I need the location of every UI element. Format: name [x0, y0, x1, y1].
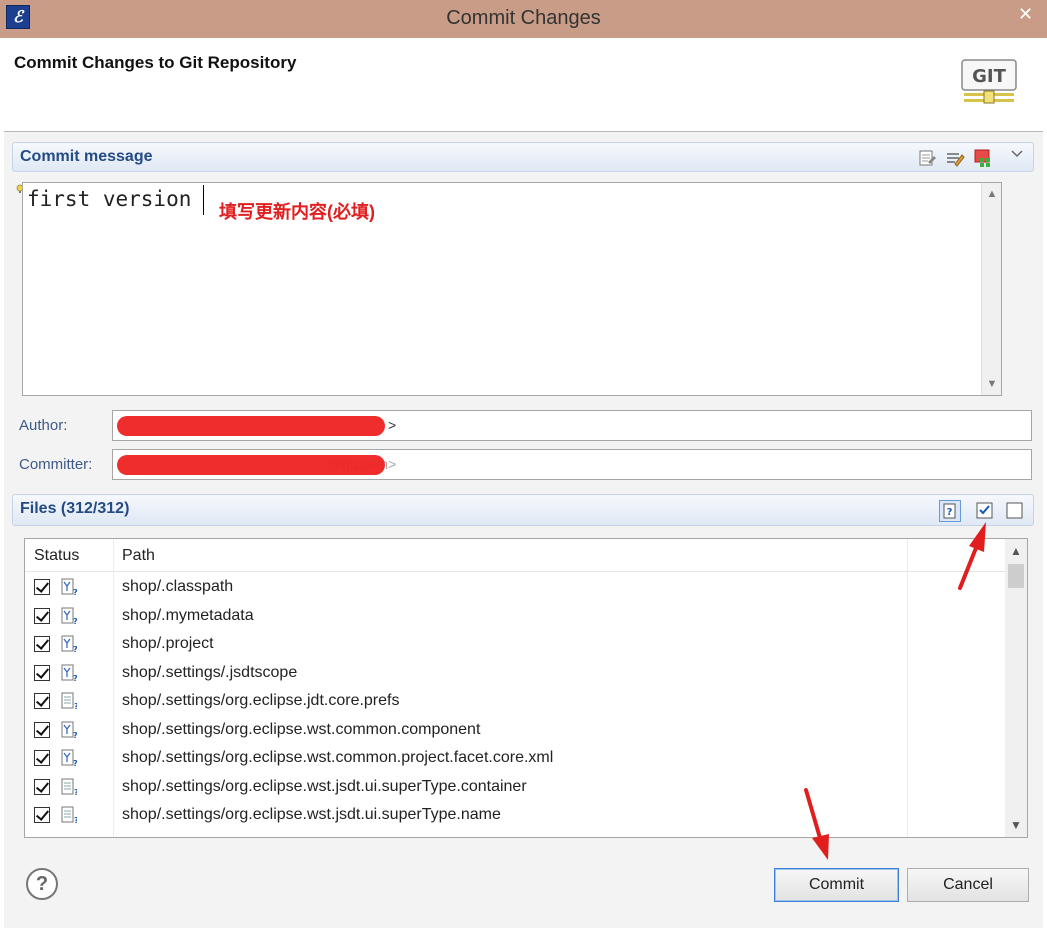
untracked-file-icon: ? [61, 635, 77, 653]
svg-text:?: ? [73, 645, 77, 653]
committer-label: Committer: [19, 456, 93, 473]
table-row[interactable]: ? shop/.settings/org.eclipse.wst.common.p… [25, 744, 1005, 773]
row-checkbox[interactable] [34, 607, 50, 624]
show-untracked-files-icon[interactable]: ? [939, 500, 961, 522]
table-row[interactable]: ? shop/.settings/org.eclipse.wst.jsdt.ui.… [25, 773, 1005, 802]
title-bar: ℰ Commit Changes ✕ [0, 0, 1047, 38]
row-checkbox[interactable] [34, 579, 50, 595]
git-logo-icon: GIT [961, 59, 1017, 104]
untracked-file-icon: ? [61, 721, 77, 739]
row-checkbox[interactable] [34, 664, 50, 681]
add-change-id-icon[interactable] [973, 148, 993, 168]
table-row[interactable]: ? shop/.settings/org.eclipse.jdt.core.pre… [25, 687, 1005, 716]
table-row[interactable]: ? shop/.mymetadata [25, 602, 1005, 631]
svg-text:?: ? [947, 507, 953, 518]
message-scrollbar[interactable]: ▲ ▼ [981, 183, 1001, 395]
file-path: shop/.settings/.jsdtscope [122, 663, 298, 681]
close-button[interactable]: ✕ [1004, 0, 1047, 30]
cancel-button[interactable]: Cancel [907, 868, 1029, 902]
dialog-header: Commit Changes to Git Repository GIT [4, 38, 1043, 132]
svg-text:?: ? [74, 702, 77, 710]
author-field[interactable]: > [112, 410, 1032, 441]
dialog-body: Commit message first version 填写更新内容(必填) [4, 132, 1043, 928]
commit-message-input[interactable]: first version 填写更新内容(必填) ▲ ▼ [22, 182, 1002, 396]
deselect-all-icon[interactable] [1006, 502, 1023, 519]
row-checkbox[interactable] [34, 636, 50, 652]
column-path[interactable]: Path [122, 547, 155, 565]
untracked-text-file-icon: ? [61, 806, 77, 824]
table-scrollbar[interactable]: ▲ ▼ [1005, 539, 1027, 837]
required-annotation: 填写更新内容(必填) [219, 202, 375, 222]
dialog-title: Commit Changes to Git Repository [14, 53, 297, 72]
untracked-file-icon: ? [61, 578, 77, 596]
scrollbar-thumb[interactable] [1008, 564, 1024, 588]
svg-text:?: ? [74, 816, 77, 824]
svg-text:?: ? [73, 674, 77, 682]
git-logo-text: GIT [972, 66, 1006, 87]
commit-message-section-header: Commit message [12, 142, 1034, 172]
untracked-text-file-icon: ? [61, 692, 77, 710]
amend-previous-commit-icon[interactable] [945, 148, 965, 168]
commit-message-section-title: Commit message [20, 148, 153, 165]
redacted-author [117, 416, 385, 436]
commit-button[interactable]: Commit [774, 868, 899, 902]
text-caret [203, 185, 204, 215]
untracked-text-file-icon: ? [61, 778, 77, 796]
file-path: shop/.classpath [122, 578, 234, 595]
select-all-icon[interactable] [976, 502, 993, 519]
untracked-file-icon: ? [61, 664, 77, 682]
svg-text:?: ? [74, 788, 77, 796]
committer-field[interactable]: @qq.com> [112, 449, 1032, 480]
column-status[interactable]: Status [34, 547, 79, 565]
svg-text:?: ? [73, 759, 77, 767]
file-path: shop/.settings/org.eclipse.wst.jsdt.ui.s… [122, 806, 501, 823]
file-path: shop/.settings/org.eclipse.wst.jsdt.ui.s… [122, 777, 527, 795]
files-table: Status Path ? shop/.classpath? shop/.mymet… [24, 538, 1028, 838]
svg-text:?: ? [73, 617, 77, 625]
row-checkbox[interactable] [34, 807, 50, 823]
svg-text:?: ? [73, 588, 77, 596]
scroll-up-icon[interactable]: ▲ [1005, 541, 1027, 561]
files-section-title: Files (312/312) [20, 500, 130, 517]
files-section-header: Files (312/312) ? [12, 494, 1034, 526]
commit-message-text: first version [27, 187, 192, 211]
table-row[interactable]: ? shop/.settings/org.eclipse.wst.common.c… [25, 716, 1005, 745]
chevron-down-icon[interactable] [1009, 146, 1025, 162]
scroll-down-icon[interactable]: ▼ [982, 375, 1002, 393]
window-title: Commit Changes [446, 7, 601, 29]
table-header: Status Path [25, 539, 1005, 572]
scroll-down-icon[interactable]: ▼ [1005, 815, 1027, 835]
table-row[interactable]: ? shop/.classpath [25, 573, 1005, 602]
row-checkbox[interactable] [34, 721, 50, 738]
row-checkbox[interactable] [34, 750, 50, 766]
table-row[interactable]: ? shop/.settings/org.eclipse.wst.jsdt.ui.… [25, 801, 1005, 830]
file-path: shop/.settings/org.eclipse.wst.common.pr… [122, 749, 554, 766]
row-checkbox[interactable] [34, 778, 50, 795]
add-signed-off-by-icon[interactable] [917, 148, 937, 168]
file-path: shop/.project [122, 635, 214, 652]
file-path: shop/.mymetadata [122, 606, 254, 624]
untracked-file-icon: ? [61, 749, 77, 767]
table-row[interactable]: ? shop/.project [25, 630, 1005, 659]
table-row[interactable]: ? shop/.settings/.jsdtscope [25, 659, 1005, 688]
redacted-committer [117, 455, 385, 475]
file-path: shop/.settings/org.eclipse.wst.common.co… [122, 720, 481, 738]
svg-text:?: ? [73, 731, 77, 739]
row-checkbox[interactable] [34, 693, 50, 709]
file-path: shop/.settings/org.eclipse.jdt.core.pref… [122, 692, 400, 709]
untracked-file-icon: ? [61, 607, 77, 625]
author-label: Author: [19, 417, 68, 434]
help-button[interactable]: ? [26, 868, 58, 900]
scroll-up-icon[interactable]: ▲ [982, 185, 1002, 203]
author-suffix: > [388, 417, 397, 433]
